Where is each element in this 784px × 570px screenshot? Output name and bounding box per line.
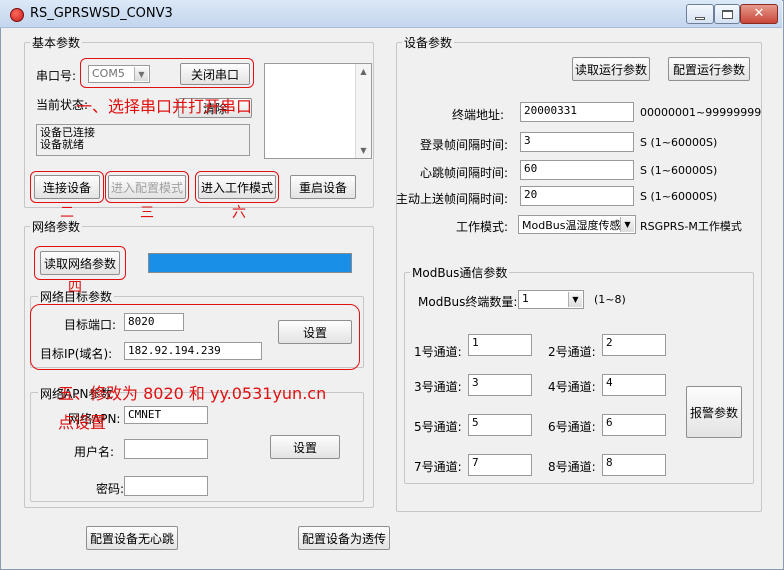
modbus-count-value: 1 — [522, 292, 529, 305]
channel-input[interactable]: 2 — [602, 334, 666, 356]
channel-label: 4号通道: — [548, 380, 596, 394]
modbus-count-select[interactable]: 1 ▼ — [518, 290, 584, 309]
close-icon: ✕ — [753, 6, 765, 21]
channel-label: 6号通道: — [548, 420, 596, 434]
annotation-box-target — [30, 304, 360, 370]
work-mode-label: 工作模式: — [456, 220, 509, 234]
annotation-box-connect — [30, 171, 104, 203]
annotation-box-config — [105, 171, 189, 203]
work-mode-select[interactable]: ModBus温湿度传感 ▼ — [518, 215, 636, 234]
channel-input[interactable]: 6 — [602, 414, 666, 436]
upload-interval-hint: S (1~60000S) — [640, 190, 718, 203]
maximize-button[interactable] — [714, 4, 740, 24]
upload-interval-input[interactable]: 20 — [520, 186, 634, 206]
password-label: 密码: — [96, 482, 125, 496]
terminal-addr-input[interactable]: 20000331 — [520, 102, 634, 122]
status-box: 设备已连接 设备就绪 — [36, 124, 250, 156]
app-icon — [10, 8, 24, 22]
read-run-params-button[interactable]: 读取运行参数 — [572, 57, 650, 81]
device-params-label: 设备参数 — [402, 34, 455, 51]
modbus-count-hint: (1~8) — [594, 293, 626, 306]
annotation-step-four: 四 — [68, 280, 82, 296]
heartbeat-interval-hint: S (1~60000S) — [640, 164, 718, 177]
annotation-step-two: 二 — [60, 205, 74, 221]
heartbeat-interval-label: 心跳帧间隔时间: — [420, 166, 509, 180]
alarm-params-button[interactable]: 报警参数 — [686, 386, 742, 438]
heartbeat-interval-input[interactable]: 60 — [520, 160, 634, 180]
annotation-box-read-network — [34, 246, 126, 280]
username-label: 用户名: — [74, 445, 115, 459]
channel-input[interactable]: 3 — [468, 374, 532, 396]
channel-input[interactable]: 5 — [468, 414, 532, 436]
channel-label: 3号通道: — [414, 380, 462, 394]
channel-label: 2号通道: — [548, 345, 596, 359]
minimize-icon — [695, 17, 705, 20]
basic-params-label: 基本参数 — [30, 34, 83, 51]
channel-input[interactable]: 4 — [602, 374, 666, 396]
login-interval-label: 登录帧间隔时间: — [420, 138, 509, 152]
login-interval-hint: S (1~60000S) — [640, 136, 718, 149]
username-input[interactable] — [124, 439, 208, 459]
terminal-addr-hint: 00000001~99999999 — [640, 106, 762, 119]
modbus-params-label: ModBus通信参数 — [410, 264, 510, 281]
close-button[interactable]: ✕ — [740, 4, 778, 24]
apn-set-button[interactable]: 设置 — [270, 435, 340, 459]
annotation-step-five-hint: 点设置 — [58, 413, 107, 432]
status-line: 设备就绪 — [40, 138, 84, 151]
annotation-step-five: 五、修改为 8020 和 yy.0531yun.cn — [58, 384, 327, 403]
annotation-box-port — [80, 58, 254, 88]
config-run-params-button[interactable]: 配置运行参数 — [668, 57, 750, 81]
annotation-step-six: 六 — [232, 205, 246, 221]
channel-input[interactable]: 7 — [468, 454, 532, 476]
work-mode-hint: RSGPRS-M工作模式 — [640, 220, 742, 233]
login-interval-input[interactable]: 3 — [520, 132, 634, 152]
terminal-addr-label: 终端地址: — [452, 108, 505, 122]
scroll-down-icon[interactable]: ▼ — [356, 146, 371, 155]
channel-label: 5号通道: — [414, 420, 462, 434]
channel-label: 8号通道: — [548, 460, 596, 474]
progress-bar — [148, 253, 352, 273]
restart-button[interactable]: 重启设备 — [290, 175, 356, 199]
channel-label: 1号通道: — [414, 345, 462, 359]
no-heartbeat-button[interactable]: 配置设备无心跳 — [86, 526, 178, 550]
maximize-icon — [722, 10, 733, 19]
annotation-box-work — [195, 171, 279, 203]
channel-input[interactable]: 1 — [468, 334, 532, 356]
annotation-step-one: 一、选择串口并打开串口 — [76, 97, 253, 116]
minimize-button[interactable] — [686, 4, 714, 24]
chevron-down-icon: ▼ — [568, 292, 582, 307]
scrollbar[interactable]: ▲ ▼ — [355, 64, 371, 158]
log-listbox[interactable]: ▲ ▼ — [264, 63, 372, 159]
network-params-label: 网络参数 — [30, 218, 83, 235]
transparent-mode-button[interactable]: 配置设备为透传 — [298, 526, 390, 550]
password-input[interactable] — [124, 476, 208, 496]
apn-input[interactable]: CMNET — [124, 406, 208, 424]
scroll-up-icon[interactable]: ▲ — [356, 67, 371, 76]
modbus-count-label: ModBus终端数量: — [418, 295, 518, 309]
chevron-down-icon: ▼ — [620, 217, 634, 232]
upload-interval-label: 主动上送帧间隔时间: — [396, 192, 509, 206]
port-label: 串口号: — [36, 69, 77, 83]
work-mode-value: ModBus温湿度传感 — [522, 219, 621, 232]
channel-label: 7号通道: — [414, 460, 462, 474]
window-title: RS_GPRSWSD_CONV3 — [30, 6, 173, 21]
annotation-step-three: 三 — [140, 205, 154, 221]
channel-input[interactable]: 8 — [602, 454, 666, 476]
